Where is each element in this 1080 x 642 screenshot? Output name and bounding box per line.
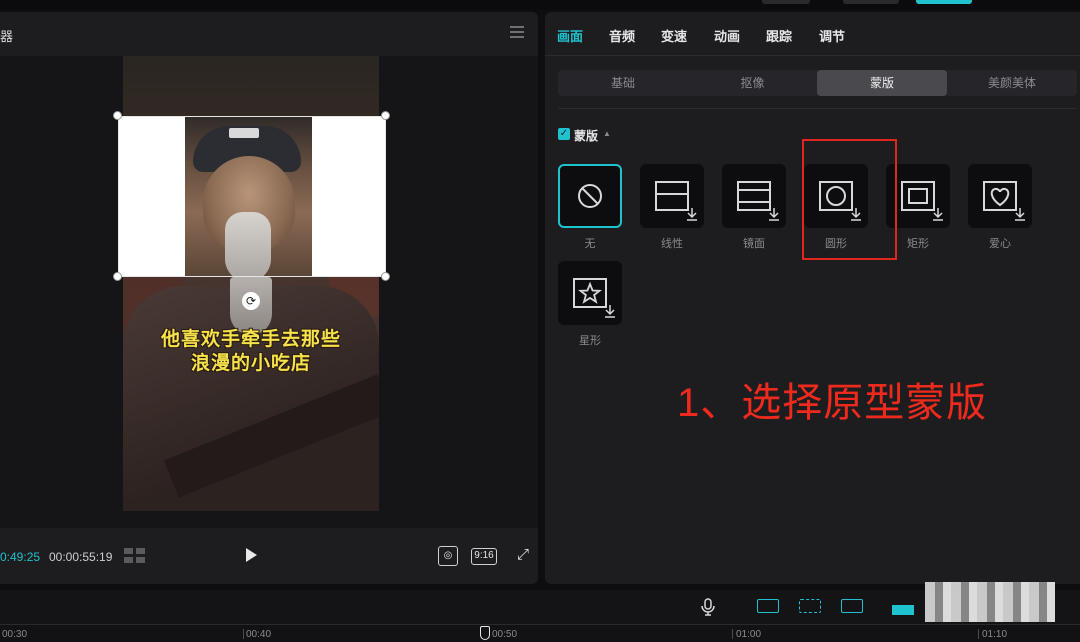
mask-heart[interactable] — [968, 164, 1032, 228]
mask-label-mirror: 镜面 — [743, 238, 765, 250]
toolbar-button[interactable] — [843, 0, 899, 4]
video-caption: 他喜欢手牵手去那些 浪漫的小吃店 — [123, 327, 379, 375]
microphone-icon[interactable] — [700, 598, 716, 616]
divider — [558, 108, 1077, 109]
mask-mirror[interactable] — [722, 164, 786, 228]
collapse-caret-icon[interactable]: ▲ — [603, 129, 611, 138]
link-icon[interactable] — [757, 599, 779, 613]
tab-tracking[interactable]: 跟踪 — [766, 26, 792, 45]
none-icon — [578, 184, 602, 208]
ratio-button[interactable]: 9:16 — [471, 548, 497, 565]
player-panel: 器 ⟳ 他喜欢手牵手去那些 浪漫的小吃店 0:49:25 00:00:55:19 — [0, 12, 538, 584]
heart-mask-icon — [983, 181, 1025, 221]
focus-icon[interactable]: ◎ — [438, 546, 458, 566]
subtab-mask[interactable]: 蒙版 — [817, 70, 947, 96]
subtab-cutout[interactable]: 抠像 — [688, 70, 817, 96]
export-button[interactable] — [916, 0, 972, 4]
caption-line: 他喜欢手牵手去那些 — [160, 328, 341, 350]
mask-label-none: 无 — [584, 238, 596, 250]
resize-handle[interactable] — [113, 272, 122, 281]
rotate-handle-icon[interactable]: ⟳ — [242, 292, 260, 310]
player-controls: 0:49:25 00:00:55:19 ◎ 9:16 ⤢ — [0, 542, 538, 572]
menu-icon[interactable] — [510, 26, 524, 38]
mirror-mask-icon — [737, 181, 779, 221]
grid-icon[interactable] — [124, 548, 146, 564]
toolbar-button[interactable] — [762, 0, 810, 4]
tab-picture[interactable]: 画面 — [557, 26, 583, 45]
resize-handle[interactable] — [113, 111, 122, 120]
mask-section-label: 蒙版 — [574, 129, 599, 143]
tab-audio[interactable]: 音频 — [609, 26, 635, 45]
tab-animation[interactable]: 动画 — [714, 26, 740, 45]
mask-label-star: 星形 — [579, 335, 601, 347]
selection-box[interactable] — [118, 116, 386, 277]
split-icon[interactable] — [799, 599, 821, 613]
top-toolbar — [0, 0, 1080, 10]
total-time: 00:00:55:19 — [49, 550, 113, 564]
mask-linear[interactable] — [640, 164, 704, 228]
play-button[interactable] — [246, 548, 257, 562]
mask-none[interactable] — [558, 164, 622, 228]
connect-icon[interactable] — [841, 599, 863, 613]
main-tabs: 画面 音频 变速 动画 跟踪 调节 — [545, 12, 1080, 56]
tutorial-annotation: 1、选择原型蒙版 — [677, 381, 988, 425]
timeline-toolbar — [0, 590, 1080, 624]
fullscreen-icon[interactable]: ⤢ — [513, 546, 533, 566]
tick-label: 01:00 — [736, 629, 762, 640]
inspector-panel: 画面 音频 变速 动画 跟踪 调节 基础 抠像 蒙版 美颜美体 ✓ 蒙版 ▲ 无… — [545, 12, 1080, 584]
caption-line: 浪漫的小吃店 — [190, 352, 311, 374]
annotation-highlight-box — [802, 139, 897, 260]
pixelated-watermark — [925, 582, 1055, 622]
player-title: 器 — [0, 29, 14, 44]
subtab-basic[interactable]: 基础 — [558, 70, 688, 96]
mask-label-linear: 线性 — [661, 238, 683, 250]
mask-label-heart: 爱心 — [989, 238, 1011, 250]
tab-adjust[interactable]: 调节 — [819, 26, 845, 45]
star-mask-icon — [573, 278, 615, 318]
tick-label: 00:50 — [492, 629, 518, 640]
tick — [243, 629, 244, 639]
zoom-slider[interactable] — [892, 605, 914, 615]
mask-star[interactable] — [558, 261, 622, 325]
tick-label: 00:30 — [2, 629, 28, 640]
tick-label: 01:10 — [982, 629, 1008, 640]
subtab-beauty[interactable]: 美颜美体 — [947, 70, 1077, 96]
preview-canvas[interactable]: ⟳ 他喜欢手牵手去那些 浪漫的小吃店 — [0, 56, 538, 528]
playhead[interactable] — [480, 626, 490, 640]
resize-handle[interactable] — [381, 272, 390, 281]
current-time: 0:49:25 — [0, 550, 41, 564]
resize-handle[interactable] — [381, 111, 390, 120]
tick — [978, 629, 979, 639]
sub-tabs: 基础 抠像 蒙版 美颜美体 — [558, 70, 1077, 96]
timeline-ruler: 00:30 00:40 00:50 01:00 01:10 — [0, 624, 1080, 642]
tick-label: 00:40 — [246, 629, 272, 640]
tab-speed[interactable]: 变速 — [661, 26, 687, 45]
mask-enable-checkbox[interactable]: ✓ — [558, 128, 570, 140]
linear-mask-icon — [655, 181, 697, 221]
tick — [732, 629, 733, 639]
